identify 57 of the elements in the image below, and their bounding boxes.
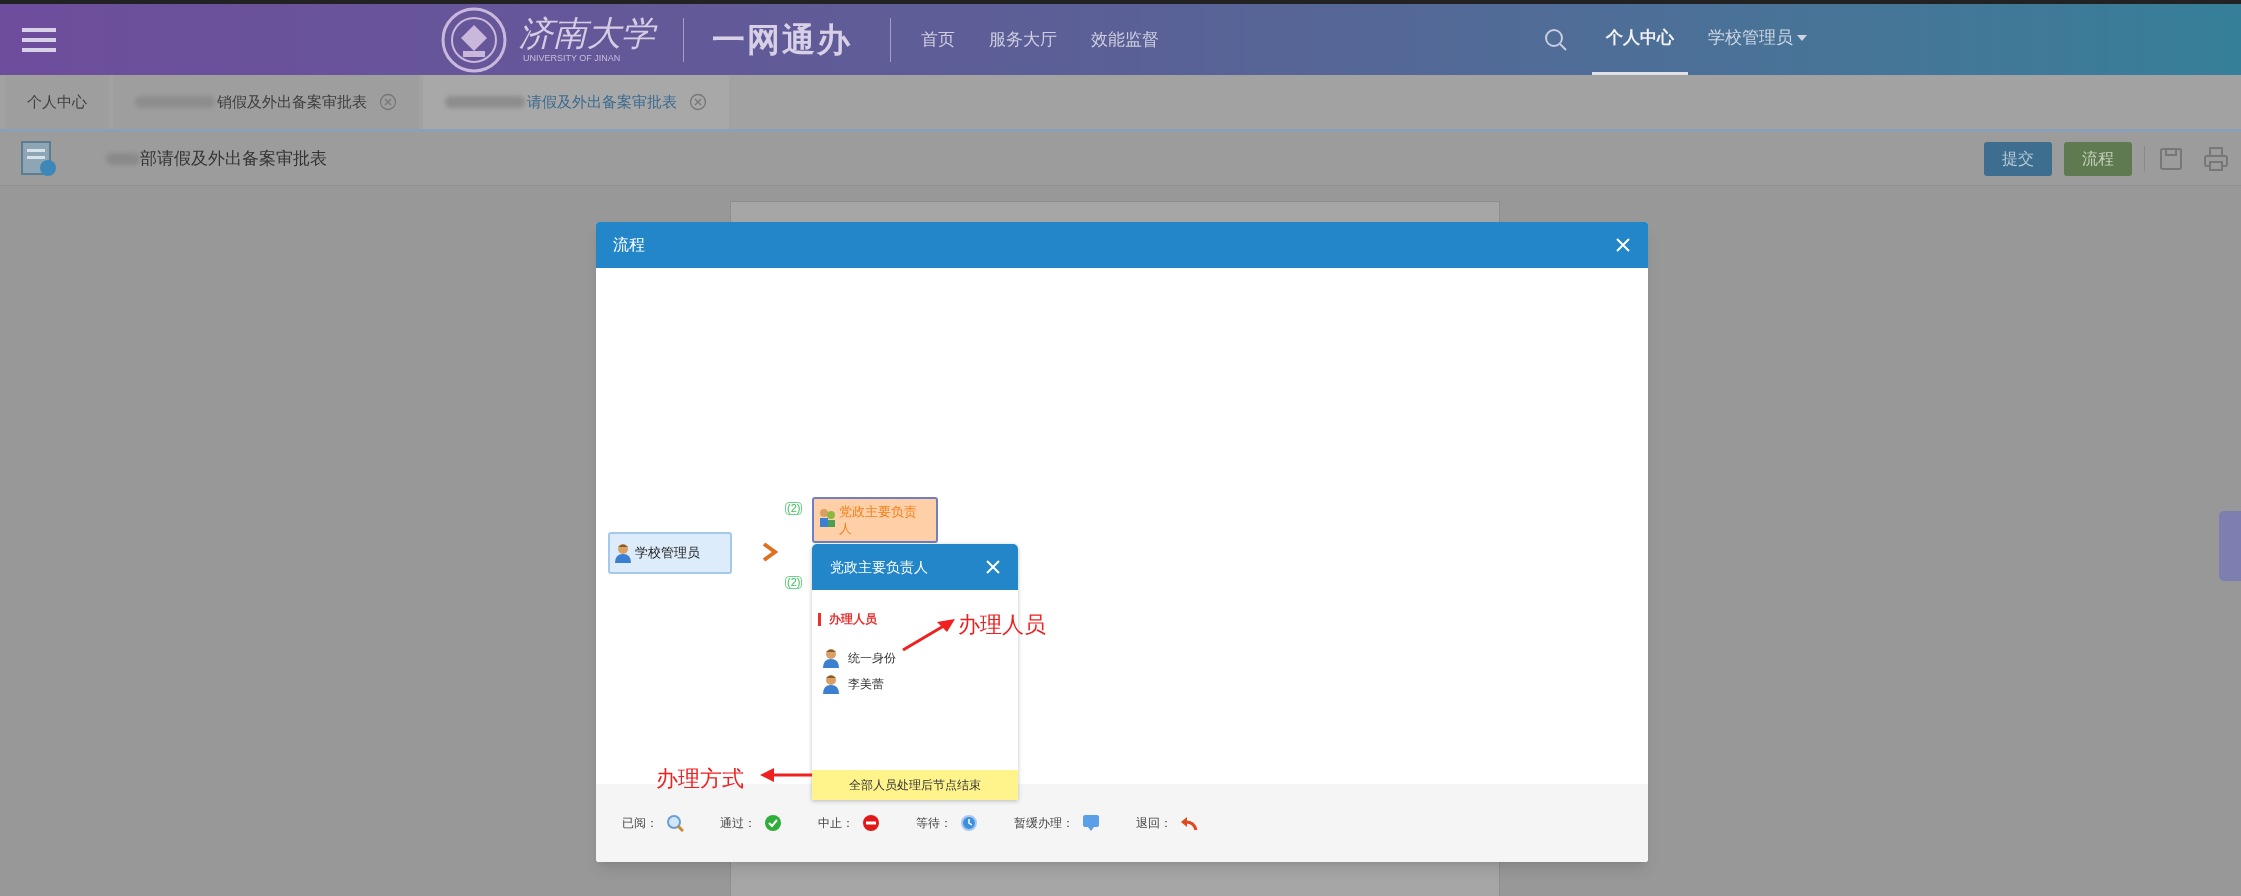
flow-node[interactable]: 党政主要负责人 <box>812 497 938 543</box>
nav-link[interactable]: 首页 <box>921 26 955 53</box>
check-circle-icon <box>764 814 782 832</box>
emblem-icon <box>441 6 507 73</box>
person-name: 统一身份 <box>848 650 896 667</box>
person-icon <box>822 674 840 694</box>
node-label: 党政主要负责人 <box>839 503 918 537</box>
node-label: 学校管理员 <box>635 544 700 563</box>
speech-bubble-icon <box>1082 814 1100 832</box>
close-icon[interactable] <box>689 93 707 111</box>
form-document-icon <box>20 139 58 178</box>
tab[interactable]: 销假及外出备案审批表 <box>113 75 419 129</box>
side-tab[interactable] <box>2219 511 2241 581</box>
user-nav-link[interactable]: 学校管理员 <box>1694 4 1821 75</box>
legend-label: 通过： <box>720 815 756 832</box>
annotation-label: 办理人员 <box>958 611 1046 639</box>
tab[interactable]: 个人中心 <box>5 75 109 129</box>
dialog-title: 流程 <box>613 235 645 255</box>
annotation-label: 办理方式 <box>656 765 744 793</box>
count-badge: (2) <box>785 576 803 589</box>
legend-label: 等待： <box>916 815 952 832</box>
mode-note: 全部人员处理后节点结束 <box>812 770 1018 800</box>
legend-label: 退回： <box>1136 815 1172 832</box>
tab-label: 销假及外出备案审批表 <box>217 91 367 112</box>
legend-label: 暂缓办理： <box>1014 815 1074 832</box>
magnifier-icon <box>666 814 684 832</box>
popup-title: 党政主要负责人 <box>830 557 928 577</box>
arrow-icon <box>760 767 812 783</box>
section-title: 办理人员 <box>829 611 877 628</box>
app-name: 一网通办 <box>712 19 852 60</box>
person-icon <box>822 648 840 668</box>
person-name: 李美蕾 <box>848 676 884 693</box>
clock-icon <box>960 814 978 832</box>
nav-link[interactable]: 服务大厅 <box>989 26 1057 53</box>
menu-icon[interactable] <box>22 26 56 53</box>
form-title: 部请假及外出备案审批表 <box>140 147 327 170</box>
save-icon[interactable] <box>2159 146 2183 171</box>
return-arrow-icon <box>1180 814 1198 832</box>
close-icon[interactable] <box>379 93 397 111</box>
tab-label: 个人中心 <box>27 91 87 112</box>
flow-node[interactable]: 学校管理员 <box>608 532 732 574</box>
person-icon <box>614 543 632 563</box>
print-icon[interactable] <box>2203 145 2229 172</box>
legend-label: 中止： <box>818 815 854 832</box>
section-marker <box>818 612 821 626</box>
arrow-icon <box>901 616 957 652</box>
logo-subtext: UNIVERSITY OF JINAN <box>523 54 622 63</box>
tab-label: 请假及外出备案审批表 <box>527 91 677 112</box>
count-badge: (2) <box>785 502 803 515</box>
search-icon[interactable] <box>1544 27 1568 52</box>
form-button[interactable]: 流程 <box>2064 141 2132 176</box>
legend-label: 已阅： <box>622 815 658 832</box>
form-button[interactable]: 提交 <box>1984 141 2052 176</box>
tab[interactable]: 请假及外出备案审批表 <box>423 75 729 129</box>
stop-circle-icon <box>862 814 880 832</box>
group-icon <box>818 507 836 529</box>
nav-link[interactable]: 效能监督 <box>1091 26 1159 53</box>
